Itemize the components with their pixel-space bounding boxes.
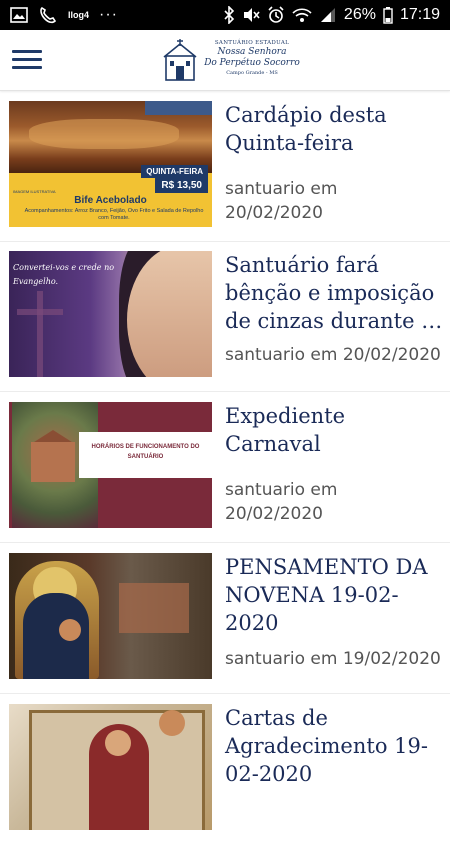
- logo-line-1: SANTUÁRIO ESTADUAL: [214, 40, 290, 46]
- battery-icon: [383, 6, 393, 24]
- sanctuary-photo: [119, 583, 189, 633]
- app-header: SANTUÁRIO ESTADUAL Nossa Senhora Do Perp…: [0, 30, 450, 91]
- thumbnail-quote: Convertei-vos e crede no Evangelho.: [13, 263, 115, 286]
- post-thumbnail[interactable]: [9, 553, 212, 679]
- post-item[interactable]: PENSAMENTO DA NOVENA 19-02-2020 santuari…: [0, 543, 450, 694]
- post-item[interactable]: QUINTA-FEIRA R$ 13,50 IMAGEM ILUSTRATIVA…: [0, 91, 450, 242]
- clock: 17:19: [399, 6, 440, 23]
- volte-icon: Ilog4: [68, 10, 90, 20]
- post-item[interactable]: HORÁRIOS DE FUNCIONAMENTO DO SANTUÁRIO E…: [0, 392, 450, 543]
- thumbnail-band-text: HORÁRIOS DE FUNCIONAMENTO DO SANTUÁRIO: [91, 444, 200, 460]
- menu-price: R$ 13,50: [155, 178, 208, 193]
- post-meta-line-2: 20/02/2020: [225, 203, 323, 223]
- post-item[interactable]: Convertei-vos e crede no Evangelho. Sant…: [0, 241, 450, 392]
- post-title[interactable]: Expediente Carnaval: [225, 402, 443, 458]
- child-figure: [59, 619, 81, 641]
- church-logo-icon: [163, 39, 197, 81]
- logo-line-4: Campo Grande - MS: [226, 70, 278, 76]
- menu-sides: Acompanhamentos: Arroz Branco, Feijão, O…: [24, 208, 204, 221]
- battery-percent: 26%: [343, 6, 376, 23]
- post-meta-line-2: 20/02/2020: [225, 504, 323, 524]
- logo-text: SANTUÁRIO ESTADUAL Nossa Senhora Do Perp…: [202, 38, 302, 76]
- image-icon: [10, 7, 28, 23]
- post-item[interactable]: Cartas de Agradecimento 19-02-2020: [0, 694, 450, 844]
- food-highlight: [29, 119, 179, 149]
- illustrative-note: IMAGEM ILUSTRATIVA: [13, 189, 56, 194]
- post-thumbnail[interactable]: Convertei-vos e crede no Evangelho.: [9, 251, 212, 377]
- post-meta-line-1: santuario em 19/02/2020: [225, 649, 441, 669]
- saint-face: [105, 730, 131, 756]
- post-title[interactable]: Cardápio desta Quinta-feira: [225, 101, 443, 157]
- post-meta-line-1: santuario em: [225, 179, 338, 199]
- cross-horizontal: [17, 309, 63, 315]
- menu-day-label: QUINTA-FEIRA: [141, 165, 208, 178]
- menu-dish: Bife Acebolado: [74, 195, 147, 206]
- angel-figure: [159, 710, 185, 736]
- post-thumbnail[interactable]: HORÁRIOS DE FUNCIONAMENTO DO SANTUÁRIO: [9, 402, 212, 528]
- phone-icon: [38, 6, 58, 24]
- post-title[interactable]: PENSAMENTO DA NOVENA 19-02-2020: [225, 553, 443, 637]
- cross-vertical: [37, 291, 43, 377]
- alarm-icon: [267, 6, 285, 24]
- post-thumbnail[interactable]: [9, 704, 212, 830]
- logo-line-2: Nossa Senhora: [217, 47, 287, 57]
- post-meta-line-1: santuario em 20/02/2020: [225, 345, 441, 365]
- post-thumbnail[interactable]: QUINTA-FEIRA R$ 13,50 IMAGEM ILUSTRATIVA…: [9, 101, 212, 227]
- bluetooth-icon: [223, 6, 235, 24]
- wifi-icon: [292, 6, 312, 24]
- thumbnail-tag: [145, 101, 212, 115]
- status-bar-left: Ilog4 ···: [10, 0, 118, 30]
- logo-line-3: Do Perpétuo Socorro: [204, 58, 300, 68]
- status-bar: Ilog4 ··· 26% 17:19: [0, 0, 450, 30]
- post-meta-line-1: santuario em: [225, 480, 338, 500]
- mute-icon: [242, 6, 260, 24]
- status-bar-right: 26% 17:19: [223, 0, 440, 30]
- more-dots-icon: ···: [99, 6, 118, 23]
- church-building: [31, 442, 75, 482]
- hamburger-menu-icon[interactable]: [12, 47, 44, 73]
- signal-icon: [319, 6, 337, 24]
- face-shape: [127, 251, 212, 377]
- sanctuary-logo[interactable]: SANTUÁRIO ESTADUAL Nossa Senhora Do Perp…: [160, 38, 300, 84]
- post-title[interactable]: Cartas de Agradecimento 19-02-2020: [225, 704, 443, 788]
- post-title[interactable]: Santuário fará bênção e imposição de cin…: [225, 251, 443, 335]
